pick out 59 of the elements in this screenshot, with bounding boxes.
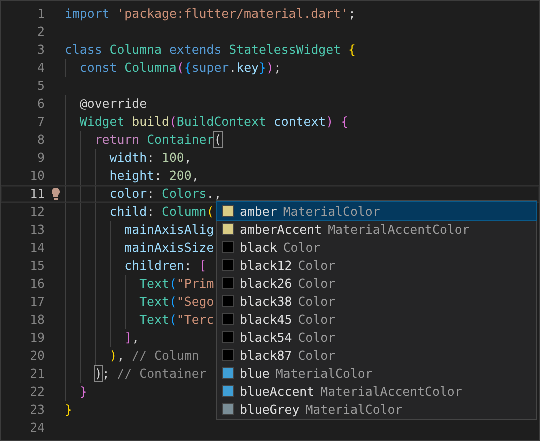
line-number: 4 xyxy=(36,59,45,77)
suggestion-item[interactable]: black26 Color xyxy=(217,274,536,292)
suggestion-item[interactable]: amberAccent MaterialAccentColor xyxy=(217,220,536,238)
code-line: child: Column( xyxy=(65,203,214,221)
code-line: Text("Terc xyxy=(65,311,214,329)
code-line: color: Colors., xyxy=(65,186,222,202)
line-number: 17 xyxy=(29,293,45,311)
suggestion-item[interactable]: blueGrey MaterialColor xyxy=(217,400,536,418)
code-line: Widget build(BuildContext context) { xyxy=(65,113,349,131)
code-line: height: 200, xyxy=(65,167,200,185)
suggestion-item[interactable]: black12 Color xyxy=(217,256,536,274)
suggestion-item[interactable]: black87 Color xyxy=(217,346,536,364)
code-line: mainAxisSize xyxy=(65,239,214,257)
suggestion-item[interactable]: black38 Color xyxy=(217,292,536,310)
code-line: width: 100, xyxy=(65,149,192,167)
line-number: 24 xyxy=(29,419,45,437)
suggestion-item[interactable]: blueAccent MaterialAccentColor xyxy=(217,382,536,400)
line-number: 18 xyxy=(29,311,45,329)
line-number: 20 xyxy=(29,347,45,365)
line-number: 5 xyxy=(36,77,45,95)
code-line: class Columna extends StatelessWidget { xyxy=(65,41,356,59)
line-number: 22 xyxy=(29,383,45,401)
code-line: children: [ xyxy=(65,257,207,275)
code-line: ], xyxy=(65,329,140,347)
lightbulb-icon[interactable] xyxy=(51,187,61,201)
line-number: 7 xyxy=(36,113,45,131)
suggestion-item[interactable]: blue MaterialColor xyxy=(217,364,536,382)
line-number: 1 xyxy=(36,5,45,23)
line-number: 21 xyxy=(29,365,45,383)
suggestion-item[interactable]: black54 Color xyxy=(217,328,536,346)
line-number: 14 xyxy=(29,239,45,257)
code-editor[interactable] xyxy=(0,0,540,441)
code-line: ); // Container xyxy=(65,365,207,383)
line-number: 15 xyxy=(29,257,45,275)
code-line: @override xyxy=(65,95,148,113)
code-line: Text("Sego xyxy=(65,293,214,311)
line-number: 16 xyxy=(29,275,45,293)
code-line: import 'package:flutter/material.dart'; xyxy=(65,5,356,23)
code-line: Text("Prim xyxy=(65,275,214,293)
suggestion-item[interactable]: amber MaterialColor xyxy=(217,202,536,220)
line-number: 19 xyxy=(29,329,45,347)
code-line: ), // Column xyxy=(65,347,200,365)
line-number: 2 xyxy=(36,23,45,41)
code-line: } xyxy=(65,401,72,419)
line-number: 11 xyxy=(29,186,45,202)
line-number: 13 xyxy=(29,221,45,239)
line-number: 6 xyxy=(36,95,45,113)
code-line: } xyxy=(65,383,88,401)
code-line: mainAxisAlig xyxy=(65,221,214,239)
line-number: 23 xyxy=(29,401,45,419)
suggestion-item[interactable]: black Color xyxy=(217,238,536,256)
line-number: 12 xyxy=(29,203,45,221)
code-line: return Container( xyxy=(65,131,222,149)
line-number: 8 xyxy=(36,131,45,149)
line-number: 10 xyxy=(29,167,45,185)
code-line: const Columna({super.key}); xyxy=(65,59,282,77)
suggestion-item[interactable]: black45 Color xyxy=(217,310,536,328)
line-number: 3 xyxy=(36,41,45,59)
line-number: 9 xyxy=(36,149,45,167)
